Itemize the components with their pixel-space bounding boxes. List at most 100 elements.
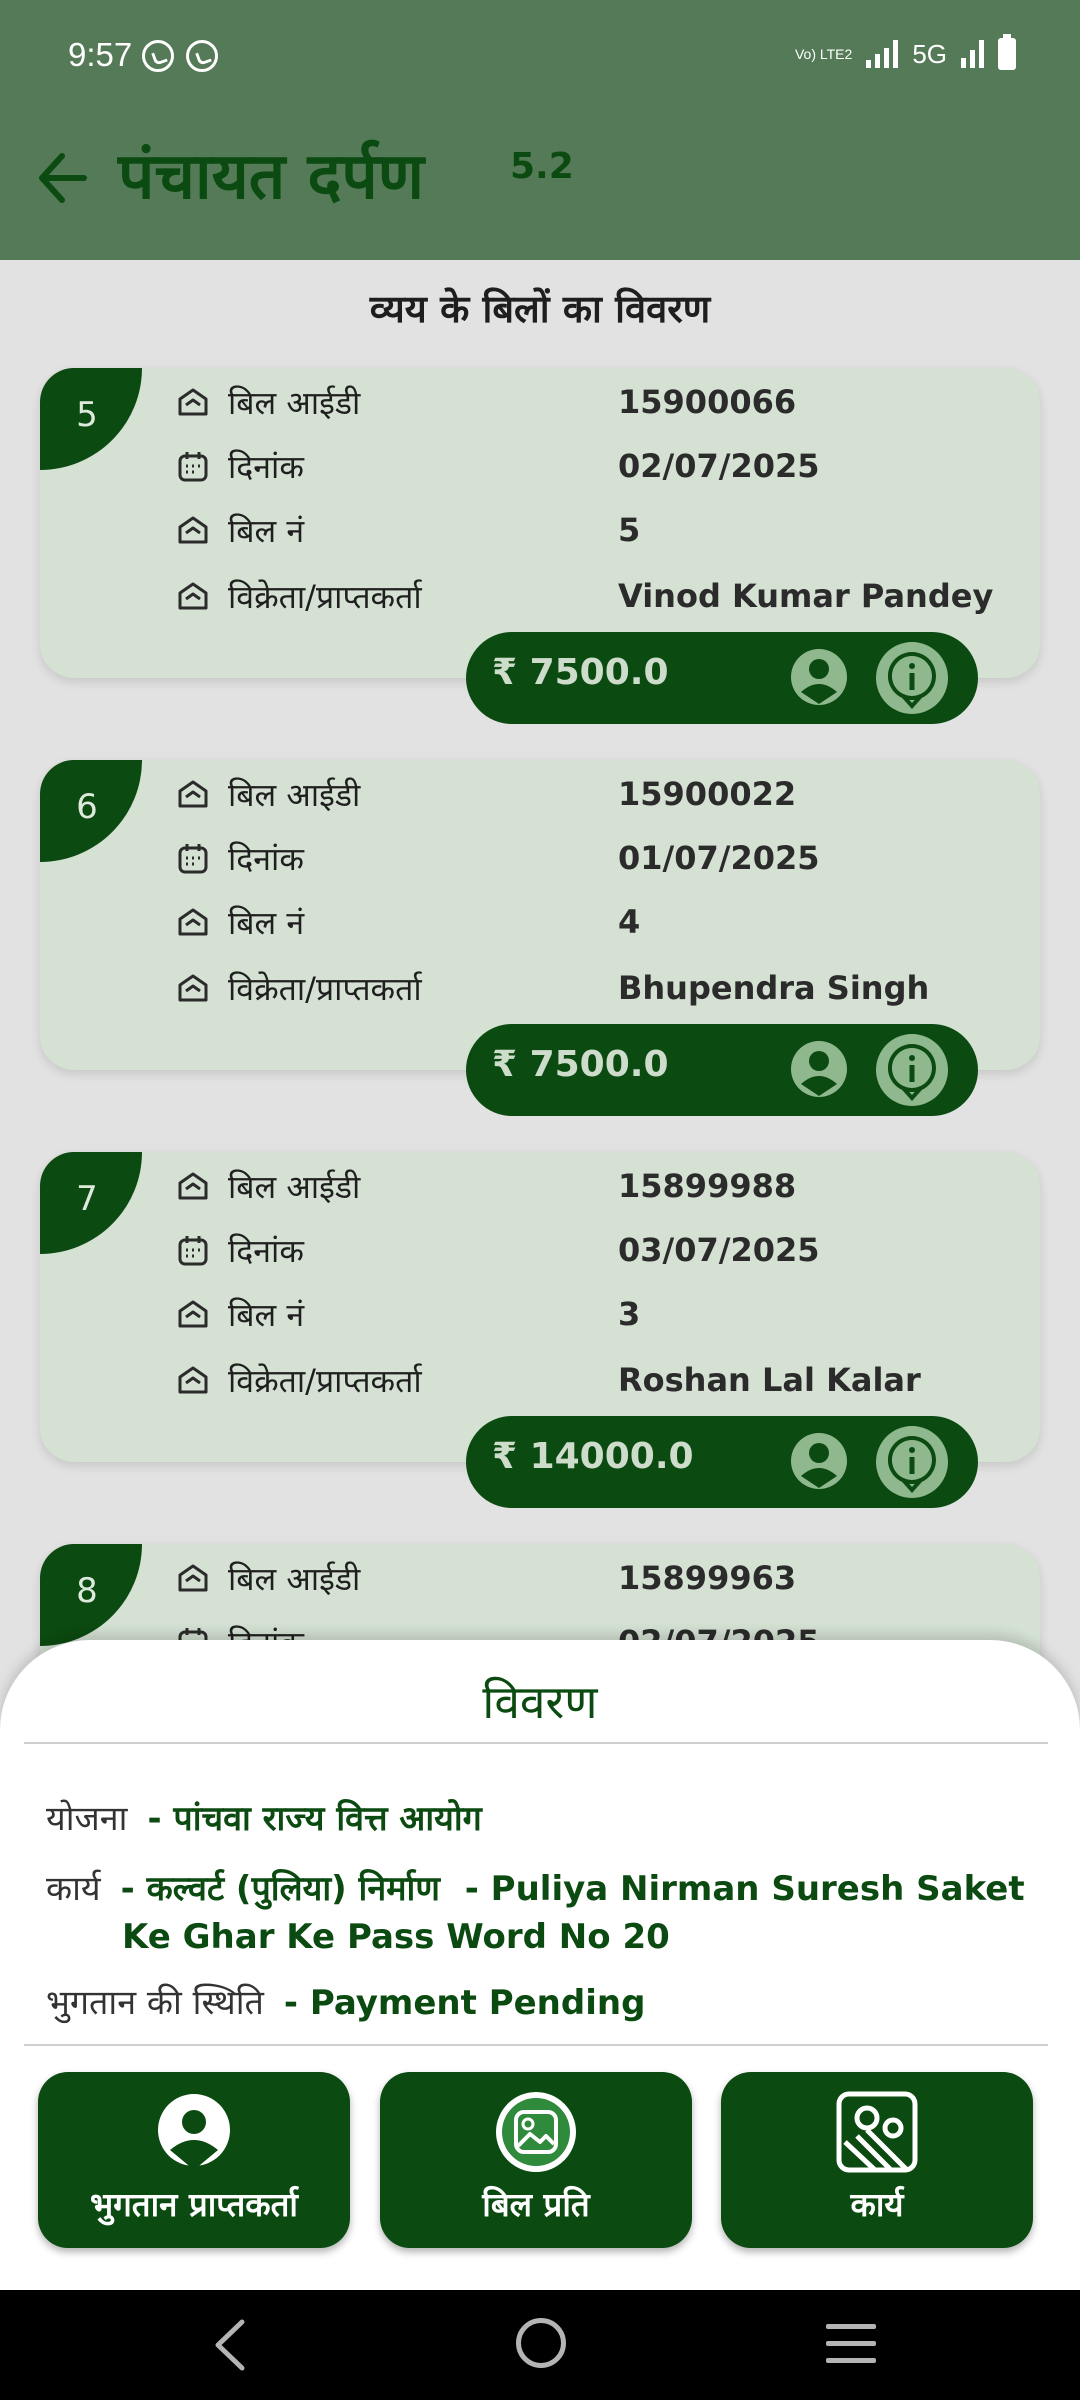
- yojana-detail: योजना - पांचवा राज्य वित्त आयोग: [46, 1794, 482, 1844]
- bill-id-value: 15900022: [618, 775, 797, 813]
- amount-pill: ₹ 7500.0: [466, 1024, 978, 1116]
- vendor-label: विक्रेता/प्राप्तकर्ता: [228, 577, 422, 616]
- app-bar: पंचायत दर्पण 5.2: [0, 110, 1080, 260]
- bill-id-row: बिल आईडी 15900022: [176, 772, 796, 816]
- system-nav-bar: [0, 2290, 1080, 2400]
- bill-no-row: बिल नं 5: [176, 508, 640, 552]
- back-arrow-icon[interactable]: [38, 148, 88, 208]
- vendor-value: Roshan Lal Kalar: [618, 1361, 921, 1399]
- bill-id-label: बिल आईडी: [228, 1559, 361, 1598]
- payment-status-value: - Payment Pending: [283, 1983, 646, 2023]
- bill-id-value: 15899963: [618, 1559, 797, 1597]
- nav-back-icon[interactable]: [206, 2316, 256, 2374]
- bill-no-label: बिल नं: [228, 511, 305, 550]
- calendar-icon: [178, 1236, 208, 1266]
- yojana-label: योजना: [46, 1799, 128, 1839]
- work-button-label: कार्य: [850, 2185, 904, 2224]
- home-outline-icon: [178, 1300, 208, 1328]
- bill-no-row: बिल नं 4: [176, 900, 640, 944]
- bill-id-row: बिल आईडी 15899963: [176, 1556, 796, 1600]
- vendor-label: विक्रेता/प्राप्तकर्ता: [228, 969, 422, 1008]
- status-time: 9:57: [68, 36, 133, 73]
- amount-value: ₹ 14000.0: [492, 1436, 694, 1477]
- section-title: व्यय के बिलों का विवरण: [369, 287, 711, 331]
- date-value: 03/07/2025: [618, 1231, 820, 1269]
- bill-no-row: बिल नं 3: [176, 1292, 640, 1336]
- bill-card[interactable]: 7 बिल आईडी 15899988 दिनांक 03/07/2025 बि…: [40, 1152, 1040, 1508]
- bill-serial: 7: [40, 1152, 142, 1254]
- whatsapp-icon: [142, 40, 174, 72]
- signal-icon: [961, 40, 984, 68]
- payee-person-icon: [158, 2094, 230, 2170]
- payee-person-icon[interactable]: [788, 1038, 850, 1100]
- vendor-value: Bhupendra Singh: [618, 969, 930, 1007]
- work-map-icon: [836, 2091, 918, 2173]
- status-bar: 9:57 Vo) LTE2 5G: [0, 0, 1080, 110]
- signal-icon: [866, 40, 899, 68]
- home-outline-icon: [178, 516, 208, 544]
- bill-copy-button[interactable]: बिल प्रति: [380, 2072, 692, 2248]
- bill-card[interactable]: 6 बिल आईडी 15900022 दिनांक 01/07/2025 बि…: [40, 760, 1040, 1116]
- info-location-icon[interactable]: [876, 642, 948, 714]
- nav-recents-icon[interactable]: [826, 2324, 876, 2364]
- bill-id-row: बिल आईडी 15899988: [176, 1164, 796, 1208]
- karya-detail: कार्य - कल्वर्ट (पुलिया) निर्माण - Puliya…: [46, 1864, 1026, 1914]
- calendar-icon: [178, 844, 208, 874]
- amount-pill: ₹ 14000.0: [466, 1416, 978, 1508]
- info-location-icon[interactable]: [876, 1034, 948, 1106]
- vendor-row: विक्रेता/प्राप्तकर्ता Roshan Lal Kalar: [176, 1358, 921, 1402]
- bill-id-label: बिल आईडी: [228, 1167, 361, 1206]
- bill-id-value: 15899988: [618, 1167, 797, 1205]
- date-label: दिनांक: [228, 447, 304, 486]
- date-label: दिनांक: [228, 839, 304, 878]
- date-row: दिनांक 02/07/2025: [176, 444, 820, 488]
- payee-person-icon[interactable]: [788, 1430, 850, 1492]
- bill-no-value: 4: [618, 903, 641, 941]
- karya-value-en-line2: Ke Ghar Ke Pass Word No 20: [122, 1917, 670, 1957]
- date-label: दिनांक: [228, 1231, 304, 1270]
- date-row: दिनांक 03/07/2025: [176, 1228, 820, 1272]
- payee-person-icon[interactable]: [788, 646, 850, 708]
- bill-no-value: 5: [618, 511, 641, 549]
- karya-value-en: - Puliya Nirman Suresh Saket: [464, 1869, 1025, 1909]
- amount-value: ₹ 7500.0: [492, 652, 669, 693]
- info-location-icon[interactable]: [876, 1426, 948, 1498]
- bill-no-label: बिल नं: [228, 903, 305, 942]
- work-button[interactable]: कार्य: [721, 2072, 1033, 2248]
- yojana-value: - पांचवा राज्य वित्त आयोग: [147, 1799, 482, 1839]
- bill-id-value: 15900066: [618, 383, 797, 421]
- home-outline-icon: [178, 908, 208, 936]
- bill-id-label: बिल आईडी: [228, 383, 361, 422]
- home-outline-icon: [178, 1366, 208, 1394]
- bill-image-icon: [496, 2092, 576, 2172]
- home-outline-icon: [178, 780, 208, 808]
- bill-serial: 5: [40, 368, 142, 470]
- vendor-row: विक्रेता/प्राप्तकर्ता Vinod Kumar Pandey: [176, 574, 993, 618]
- sheet-divider: [24, 2044, 1048, 2046]
- bill-no-value: 3: [618, 1295, 641, 1333]
- date-value: 01/07/2025: [618, 839, 820, 877]
- karya-label: कार्य: [46, 1869, 101, 1909]
- vendor-label: विक्रेता/प्राप्तकर्ता: [228, 1361, 422, 1400]
- bill-serial: 6: [40, 760, 142, 862]
- date-value: 02/07/2025: [618, 447, 820, 485]
- status-right-icons: Vo) LTE2 5G: [795, 34, 1016, 70]
- home-outline-icon: [178, 1172, 208, 1200]
- bill-card[interactable]: 5 बिल आईडी 15900066 दिनांक 02/07/2025 बि…: [40, 368, 1040, 724]
- karya-value-hi: - कल्वर्ट (पुलिया) निर्माण: [120, 1869, 440, 1909]
- whatsapp-icon: [186, 40, 218, 72]
- network-type: 5G: [912, 38, 947, 69]
- vendor-value: Vinod Kumar Pandey: [618, 577, 994, 615]
- karya-detail-line2: Ke Ghar Ke Pass Word No 20: [122, 1912, 670, 1962]
- home-outline-icon: [178, 1564, 208, 1592]
- home-outline-icon: [178, 582, 208, 610]
- payee-button[interactable]: भुगतान प्राप्तकर्ता: [38, 2072, 350, 2248]
- payee-button-label: भुगतान प्राप्तकर्ता: [90, 2185, 298, 2224]
- calendar-icon: [178, 452, 208, 482]
- home-outline-icon: [178, 388, 208, 416]
- payment-status-label: भुगतान की स्थिति: [46, 1983, 264, 2023]
- battery-icon: [998, 34, 1016, 70]
- bill-id-label: बिल आईडी: [228, 775, 361, 814]
- amount-value: ₹ 7500.0: [492, 1044, 669, 1085]
- nav-home-icon[interactable]: [516, 2318, 566, 2368]
